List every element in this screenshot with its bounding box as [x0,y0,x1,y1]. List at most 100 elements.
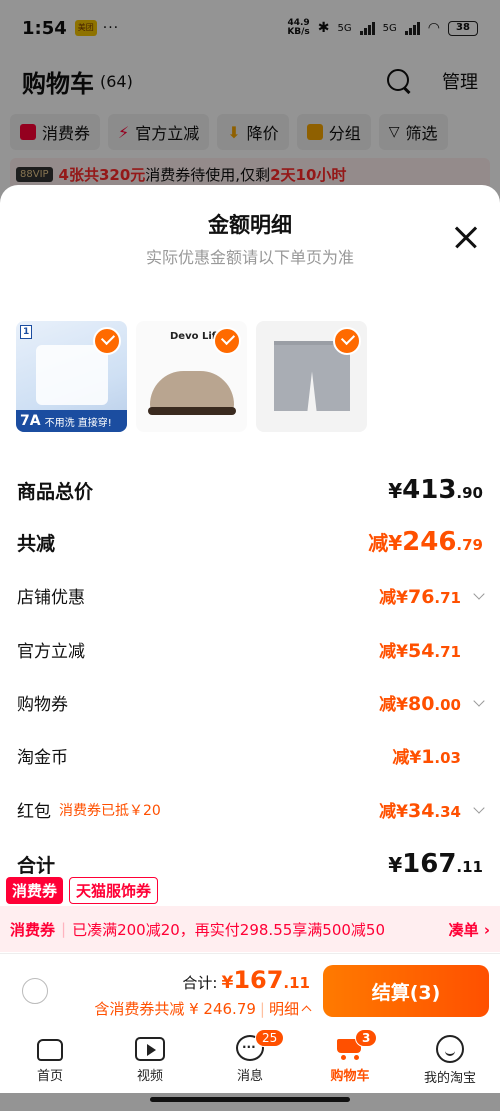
sheet-subtitle: 实际优惠金额请以下单页为准 [145,248,354,267]
row-red-packet[interactable]: 红包 消费券已抵￥20 减¥ 34 .34 [17,797,485,822]
coupon-tags: 消费券 天猫服饰券 [0,874,500,906]
amount-int: 413 [402,475,457,505]
divider: | [259,999,265,1018]
tmall-apparel-coupon-tag[interactable]: 天猫服饰券 [69,876,159,904]
tab-label: 我的淘宝 [423,1071,476,1086]
coupon-progress-bar[interactable]: 消费券 | 已凑满200减20，再实付298.55享满500减50 凑单 › [0,906,500,952]
checkout-button[interactable]: 结算(3) [323,965,489,1017]
chevron-right-icon: › [483,920,490,939]
tab-label: 购物车 [330,1069,370,1084]
sheet-title: 金额明细 [208,213,292,237]
select-all-radio[interactable] [22,978,48,1004]
row-label: 购物券 [17,695,68,715]
tab-cart[interactable]: 购物车 3 [300,1029,400,1093]
coupon-tag[interactable]: 消费券 [6,876,64,904]
product-image [274,345,350,411]
row-label: 红包 [17,802,51,822]
chevron-down-icon[interactable] [473,801,485,814]
tab-label: 视频 [136,1069,163,1084]
amount-dec: .03 [434,749,461,767]
smiley-icon [436,1035,464,1063]
amount-int: 34 [407,800,435,822]
amount-int: 246 [402,527,457,557]
total-label: 合计: [182,974,218,992]
checkout-total: 合计: ¥ 167 .11 [182,966,310,994]
product-tag: 1 [20,325,33,339]
product-badge: 7A [20,413,41,429]
currency: 减¥ [392,748,422,768]
home-icon [37,1039,63,1061]
row-taojinbi: 淘金币 减¥ 1 .03 [17,743,483,768]
row-total-discount: 共减 减¥ 246 .79 [17,527,483,557]
amount-dec: .11 [283,974,310,992]
row-label: 店铺优惠 [17,588,85,608]
tab-me[interactable]: 我的淘宝 [400,1031,500,1093]
amount-dec: .00 [434,696,461,714]
checkout-bar: 合计: ¥ 167 .11 含消费券共减 ¥ 246.79 | 明细 结算(3) [0,953,500,1031]
checkout-discount[interactable]: 含消费券共减 ¥ 246.79 | 明细 [94,998,312,1019]
tab-label: 消息 [236,1069,263,1084]
tab-home[interactable]: 首页 [0,1031,100,1093]
bottom-tab-bar: 首页 视频 消息 25 购物车 3 我的淘宝 [0,1029,500,1093]
amount-int: 1 [421,746,435,768]
detail-toggle[interactable]: 明细 [269,998,299,1019]
discount-text: 含消费券共减 ¥ 246.79 [94,1000,256,1018]
divider: | [61,920,67,938]
checkmark-icon[interactable] [93,327,121,355]
currency: ¥ [221,973,234,993]
amount-dec: .71 [434,589,461,607]
row-value: 减¥ 80 .00 [379,690,461,715]
amount-dec: .90 [456,484,483,502]
tab-messages[interactable]: 消息 25 [200,1029,300,1093]
currency: 减¥ [379,802,408,822]
add-items-link[interactable]: 凑单 › [449,919,490,940]
amount-dec: .79 [456,536,483,554]
row-value: 减¥ 246 .79 [368,527,483,557]
chevron-up-icon [301,1005,312,1016]
row-value: 减¥ 1 .03 [392,743,461,768]
product-thumb-clog[interactable]: Devo Life [136,321,247,432]
checkmark-icon[interactable] [333,327,361,355]
product-thumbnails: 1 7A 不用洗 直接穿! Devo Life [16,321,367,432]
currency: ¥ [388,479,403,503]
row-official-discount: 官方立减 减¥ 54 .71 [17,637,483,662]
cart-badge: 3 [355,1029,378,1047]
coupon-bar-lead: 消费券 [10,920,56,939]
row-coupon[interactable]: 购物券 减¥ 80 .00 [17,690,485,715]
product-thumb-shorts[interactable] [256,321,367,432]
row-shop-discount[interactable]: 店铺优惠 减¥ 76 .71 [17,583,485,608]
product-caption-bar: 7A 不用洗 直接穿! [16,410,127,432]
amount-int: 80 [407,693,435,715]
row-label: 共减 [17,532,56,555]
product-thumb-underwear[interactable]: 1 7A 不用洗 直接穿! [16,321,127,432]
add-items-label: 凑单 [448,920,479,939]
messages-badge: 25 [255,1029,285,1047]
chevron-down-icon[interactable] [473,587,485,600]
row-label: 商品总价 [17,480,94,503]
row-label: 淘金币 [17,748,68,768]
row-value: 减¥ 76 .71 [379,583,461,608]
chevron-down-icon[interactable] [473,694,485,707]
product-image [36,345,108,405]
amount-int: 76 [407,586,435,608]
amount-dec: .34 [434,803,461,821]
close-icon[interactable] [454,225,478,249]
currency: 减¥ [368,531,403,555]
row-label: 官方立减 [17,642,85,662]
row-value: ¥ 413 .90 [388,475,483,505]
amount-dec: .71 [434,643,461,661]
checkmark-icon[interactable] [213,327,241,355]
product-image-sole [148,407,236,415]
amount-detail-sheet: 金额明细 实际优惠金额请以下单页为准 1 7A 不用洗 直接穿! Devo Li… [0,185,500,965]
currency: 减¥ [379,588,408,608]
product-caption: 不用洗 直接穿! [44,417,112,429]
currency: 减¥ [379,695,408,715]
play-icon [135,1037,165,1061]
amount-int: 167 [233,966,284,994]
row-value: 减¥ 54 .71 [379,637,461,662]
currency: 减¥ [379,642,408,662]
home-indicator[interactable] [150,1097,350,1102]
tab-video[interactable]: 视频 [100,1031,200,1093]
row-value: 减¥ 34 .34 [379,797,461,822]
amount-int: 54 [407,640,435,662]
